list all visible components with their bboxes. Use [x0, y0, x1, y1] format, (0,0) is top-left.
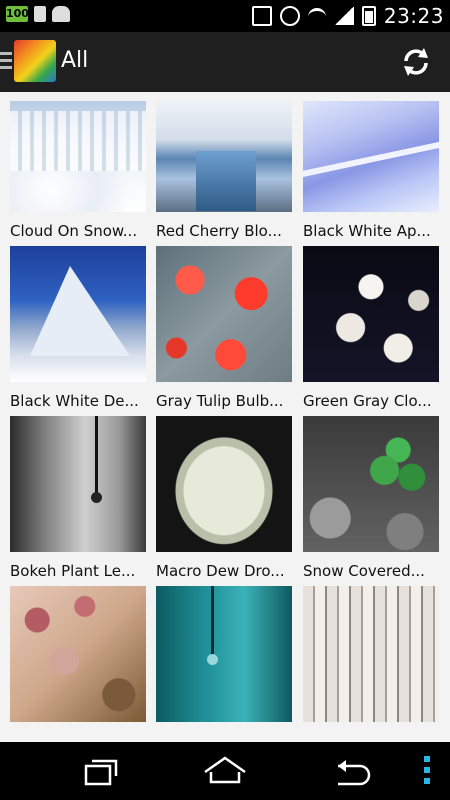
wallpaper-item[interactable] [10, 586, 146, 722]
wallpaper-thumbnail[interactable] [303, 246, 439, 382]
back-icon [338, 760, 371, 786]
wallpaper-thumbnail[interactable] [303, 586, 439, 722]
wallpaper-item[interactable]: Snow Covered... [303, 416, 439, 580]
page-title: All [61, 48, 89, 73]
status-bar: 100 23:23 [0, 0, 450, 32]
android-notification-icon [52, 6, 70, 22]
wallpaper-thumbnail[interactable] [303, 101, 439, 212]
wallpaper-item[interactable]: Red Cherry Blo... [156, 101, 292, 240]
wallpaper-item[interactable] [156, 586, 292, 722]
home-icon [204, 756, 246, 784]
wallpaper-thumbnail[interactable] [10, 416, 146, 552]
wallpaper-caption: Black White De... [10, 392, 139, 410]
action-bar: All [0, 32, 450, 92]
wallpaper-thumbnail[interactable] [10, 246, 146, 382]
wallpaper-caption: Black White Ap... [303, 222, 431, 240]
refresh-icon [404, 48, 428, 76]
wallpaper-item[interactable]: Black White De... [10, 246, 146, 410]
status-indicators: 23:23 [251, 4, 444, 28]
battery-icon [361, 6, 376, 26]
wallpaper-caption: Macro Dew Dro... [156, 562, 285, 580]
wallpaper-thumbnail[interactable] [10, 101, 146, 212]
wallpaper-caption: Green Gray Clo... [303, 392, 432, 410]
wallpaper-thumbnail[interactable] [156, 416, 292, 552]
menu-icon[interactable] [0, 52, 12, 70]
wallpaper-item[interactable]: Black White Ap... [303, 101, 439, 240]
wallpaper-item[interactable]: Bokeh Plant Le... [10, 416, 146, 580]
clock: 23:23 [383, 4, 444, 28]
wallpaper-caption: Snow Covered... [303, 562, 425, 580]
app-logo-icon[interactable] [14, 40, 56, 82]
wallpaper-item[interactable]: Gray Tulip Bulb... [156, 246, 292, 410]
wallpaper-item[interactable]: Cloud On Snow... [10, 101, 146, 240]
signal-icon [333, 7, 354, 25]
back-button[interactable] [320, 752, 380, 790]
overflow-menu-icon[interactable] [424, 756, 432, 786]
recent-apps-button[interactable] [70, 752, 130, 790]
wallpaper-thumbnail[interactable] [156, 246, 292, 382]
wallpaper-thumbnail[interactable] [156, 101, 292, 212]
alarm-icon [279, 6, 300, 26]
recent-apps-icon [84, 759, 118, 786]
home-button[interactable] [195, 752, 255, 790]
document-notification-icon [34, 6, 46, 22]
wallpaper-item[interactable]: Macro Dew Dro... [156, 416, 292, 580]
status-notifications: 100 [6, 6, 70, 22]
mute-icon [251, 6, 272, 26]
wallpaper-thumbnail[interactable] [303, 416, 439, 552]
wallpaper-grid: Cloud On Snow... Red Cherry Blo... Black… [0, 92, 450, 742]
wallpaper-caption: Cloud On Snow... [10, 222, 138, 240]
wallpaper-thumbnail[interactable] [10, 586, 146, 722]
wifi-icon [307, 7, 326, 25]
wallpaper-caption: Gray Tulip Bulb... [156, 392, 284, 410]
battery-notification-icon: 100 [6, 6, 29, 22]
wallpaper-caption: Bokeh Plant Le... [10, 562, 136, 580]
wallpaper-item[interactable]: Green Gray Clo... [303, 246, 439, 410]
navigation-bar [0, 742, 450, 800]
wallpaper-caption: Red Cherry Blo... [156, 222, 282, 240]
wallpaper-thumbnail[interactable] [156, 586, 292, 722]
refresh-button[interactable] [398, 44, 434, 80]
wallpaper-item[interactable] [303, 586, 439, 722]
